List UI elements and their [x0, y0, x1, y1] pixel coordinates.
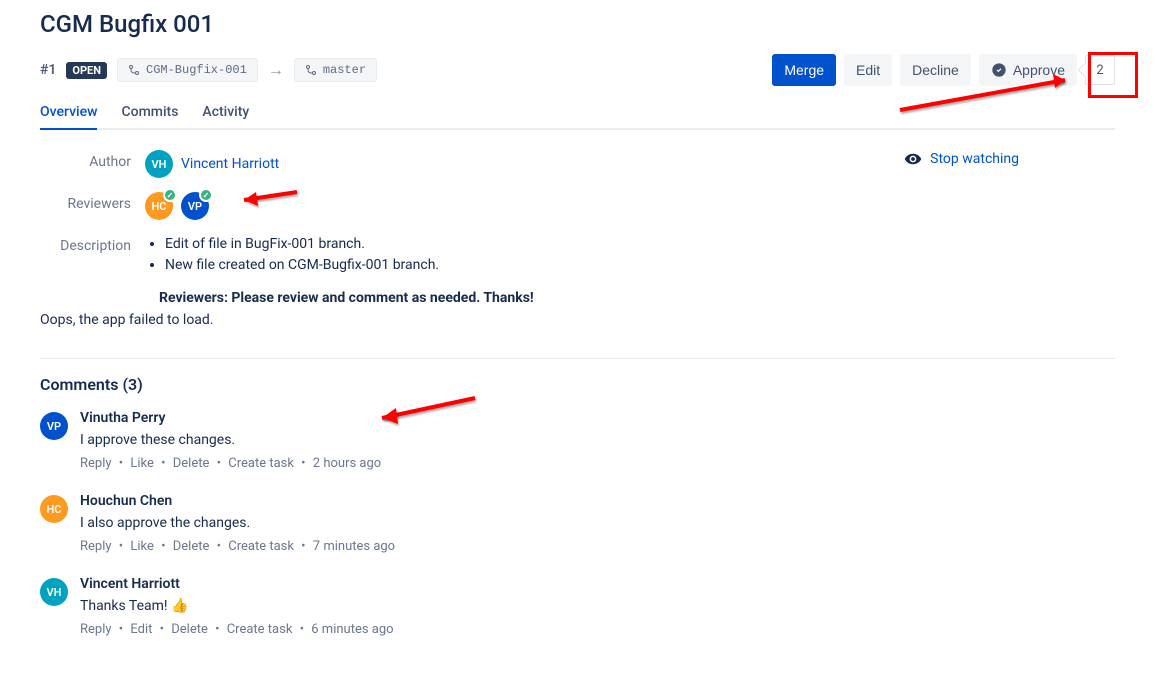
approve-count-badge: 2	[1085, 55, 1115, 85]
comment: VP Vinutha Perry I approve these changes. R…	[40, 410, 1115, 471]
comment: HC Houchun Chen I also approve the changes…	[40, 493, 1115, 554]
branch-icon	[305, 64, 317, 76]
pr-header-row: #1 OPEN CGM-Bugfix-001 → master Merge Ed…	[40, 54, 1115, 86]
comment-action-delete[interactable]: Delete	[173, 539, 210, 554]
branch-arrow-icon: →	[268, 60, 284, 80]
description-row: Description Edit of file in BugFix-001 b…	[40, 234, 1115, 276]
comment-time: 7 minutes ago	[313, 539, 395, 554]
approved-check-icon: ✓	[163, 188, 177, 202]
comment-action-reply[interactable]: Reply	[80, 539, 112, 554]
approve-button[interactable]: Approve	[979, 54, 1077, 86]
comments-heading: Comments (3)	[40, 375, 1115, 394]
author-link[interactable]: Vincent Harriott	[181, 156, 279, 172]
approve-label: Approve	[1013, 62, 1065, 78]
comment-text: I also approve the changes.	[80, 515, 1115, 531]
target-branch-name: master	[323, 63, 366, 77]
pr-state-badge: OPEN	[66, 62, 107, 79]
pr-number: #1	[40, 62, 56, 78]
comment-text: Thanks Team! 👍	[80, 598, 1115, 614]
reviewers-label: Reviewers	[40, 192, 145, 212]
tab-activity[interactable]: Activity	[202, 96, 249, 130]
comment-body: Houchun Chen I also approve the changes. R…	[80, 493, 1115, 554]
comment-avatar[interactable]: HC	[40, 495, 68, 523]
comment-time: 6 minutes ago	[311, 622, 393, 637]
check-circle-icon	[991, 62, 1007, 78]
description-label: Description	[40, 234, 145, 254]
pr-title: CGM Bugfix 001	[40, 10, 1115, 38]
review-note: Reviewers: Please review and comment as …	[159, 290, 1115, 306]
decline-button[interactable]: Decline	[900, 54, 971, 86]
stop-watching-link[interactable]: Stop watching	[904, 150, 1019, 168]
source-branch-chip[interactable]: CGM-Bugfix-001	[117, 58, 258, 82]
author-label: Author	[40, 150, 145, 170]
pr-actions: Merge Edit Decline Approve 2	[772, 54, 1115, 86]
comment-text: I approve these changes.	[80, 432, 1115, 448]
reviewers-row: Reviewers HC✓ VP✓	[40, 192, 1115, 220]
description-item: Edit of file in BugFix-001 branch.	[165, 234, 439, 255]
comment-action-reply[interactable]: Reply	[80, 622, 112, 637]
divider	[40, 358, 1115, 359]
approved-check-icon: ✓	[199, 188, 213, 202]
stop-watching-label: Stop watching	[930, 151, 1019, 167]
comment-action-delete[interactable]: Delete	[173, 456, 210, 471]
comment-action-like[interactable]: Like	[130, 456, 154, 471]
target-branch-chip[interactable]: master	[294, 58, 377, 82]
comment-body: Vinutha Perry I approve these changes. Rep…	[80, 410, 1115, 471]
branch-icon	[128, 64, 140, 76]
comment-body: Vincent Harriott Thanks Team! 👍 Reply • Ed…	[80, 576, 1115, 637]
tab-overview[interactable]: Overview	[40, 96, 97, 130]
merge-button[interactable]: Merge	[772, 54, 836, 86]
comment-action-create_task[interactable]: Create task	[227, 622, 293, 637]
meta-section: Stop watching Author VH Vincent Harriott…	[40, 130, 1115, 338]
comment-action-create_task[interactable]: Create task	[228, 539, 294, 554]
comment-actions: Reply • Edit • Delete • Create task • 6 …	[80, 622, 1115, 637]
comment-author[interactable]: Houchun Chen	[80, 493, 1115, 509]
comment-action-create_task[interactable]: Create task	[228, 456, 294, 471]
comment-action-reply[interactable]: Reply	[80, 456, 112, 471]
comment-actions: Reply • Like • Delete • Create task • 2 …	[80, 456, 1115, 471]
description-item: New file created on CGM-Bugfix-001 branc…	[165, 255, 439, 276]
load-error: Oops, the app failed to load.	[40, 312, 1115, 328]
comment-action-delete[interactable]: Delete	[171, 622, 208, 637]
edit-button[interactable]: Edit	[844, 54, 892, 86]
description-list: Edit of file in BugFix-001 branch.New fi…	[145, 234, 439, 276]
comment-author[interactable]: Vincent Harriott	[80, 576, 1115, 592]
pr-header-left: #1 OPEN CGM-Bugfix-001 → master	[40, 58, 377, 82]
comment-author[interactable]: Vinutha Perry	[80, 410, 1115, 426]
comment-avatar[interactable]: VP	[40, 412, 68, 440]
comment: VH Vincent Harriott Thanks Team! 👍 Reply • …	[40, 576, 1115, 637]
eye-icon	[904, 150, 922, 168]
reviewer-avatar[interactable]: HC✓	[145, 192, 173, 220]
comment-avatar[interactable]: VH	[40, 578, 68, 606]
comment-actions: Reply • Like • Delete • Create task • 7 …	[80, 539, 1115, 554]
comment-action-edit[interactable]: Edit	[130, 622, 152, 637]
tab-commits[interactable]: Commits	[121, 96, 178, 130]
comment-time: 2 hours ago	[313, 456, 381, 471]
source-branch-name: CGM-Bugfix-001	[146, 63, 247, 77]
comment-action-like[interactable]: Like	[130, 539, 154, 554]
author-avatar[interactable]: VH	[145, 150, 173, 178]
reviewer-avatar[interactable]: VP✓	[181, 192, 209, 220]
approve-count: 2	[1096, 63, 1103, 78]
tabs: Overview Commits Activity	[40, 96, 1115, 130]
